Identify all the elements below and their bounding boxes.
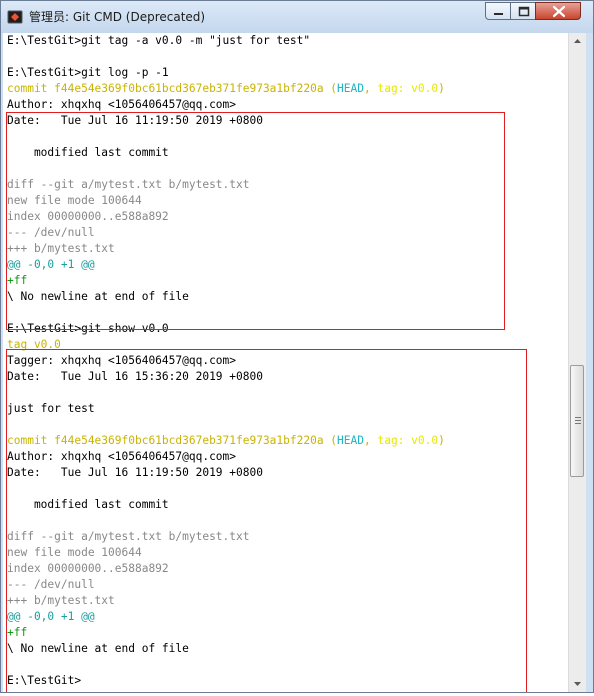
console-line: commit f44e54e369f0bc61bcd367eb371fe973a…: [7, 81, 445, 97]
console-text: index 00000000..e588a892: [7, 562, 169, 575]
console-line: modified last commit: [7, 145, 445, 161]
console-text: new file mode 100644: [7, 194, 142, 207]
console-text: ,: [364, 82, 378, 95]
console-area[interactable]: E:\TestGit>git tag -a v0.0 -m "just for …: [3, 33, 568, 692]
console-line: E:\TestGit>: [7, 673, 445, 689]
console-text: HEAD: [337, 434, 364, 447]
console-line: +ff: [7, 625, 445, 641]
console-text: E:\TestGit>: [7, 674, 82, 687]
console-window: 管理员: Git CMD (Deprecated) E:\TestGit>git…: [0, 0, 594, 693]
console-text: --- /dev/null: [7, 226, 95, 239]
maximize-icon: [518, 6, 530, 17]
console-text: tag: v0.0: [377, 82, 439, 95]
console-text: ): [438, 434, 445, 447]
console-line: +++ b/mytest.txt: [7, 241, 445, 257]
console-line: index 00000000..e588a892: [7, 209, 445, 225]
console-text: +ff: [7, 626, 28, 639]
console-text: Author: xhqxhq <1056406457@qq.com>: [7, 450, 237, 463]
console-line: --- /dev/null: [7, 225, 445, 241]
close-icon: [552, 5, 566, 18]
console-line: commit f44e54e369f0bc61bcd367eb371fe973a…: [7, 433, 445, 449]
scroll-down-arrow-icon[interactable]: [569, 675, 586, 692]
console-text: Date: Tue Jul 16 15:36:20 2019 +0800: [7, 370, 263, 383]
console-text: E:\TestGit>git tag -a v0.0 -m "just for …: [7, 34, 311, 47]
console-line: new file mode 100644: [7, 193, 445, 209]
console-text: Author: xhqxhq <1056406457@qq.com>: [7, 98, 237, 111]
console-line: \ No newline at end of file: [7, 289, 445, 305]
console-line: +ff: [7, 273, 445, 289]
console-text: diff --git a/mytest.txt b/mytest.txt: [7, 530, 250, 543]
console-text: modified last commit: [7, 146, 169, 159]
console-text: E:\TestGit>git log -p -1: [7, 66, 169, 79]
console-text: tag: v0.0: [377, 434, 439, 447]
console-line: Date: Tue Jul 16 15:36:20 2019 +0800: [7, 369, 445, 385]
console-text: tag v0.0: [7, 338, 61, 351]
console-text: +++ b/mytest.txt: [7, 242, 115, 255]
console-line: Date: Tue Jul 16 11:19:50 2019 +0800: [7, 465, 445, 481]
maximize-button[interactable]: [510, 2, 536, 20]
console-text: @@ -0,0 +1 @@: [7, 258, 95, 271]
git-cmd-icon[interactable]: [7, 9, 23, 25]
console-text: commit f44e54e369f0bc61bcd367eb371fe973a…: [7, 82, 338, 95]
console-text: modified last commit: [7, 498, 169, 511]
console-text: ,: [364, 434, 378, 447]
console-line: Author: xhqxhq <1056406457@qq.com>: [7, 97, 445, 113]
console-text: Date: Tue Jul 16 11:19:50 2019 +0800: [7, 466, 263, 479]
console-line: Date: Tue Jul 16 11:19:50 2019 +0800: [7, 113, 445, 129]
console-line: E:\TestGit>git show v0.0: [7, 321, 445, 337]
console-line: index 00000000..e588a892: [7, 561, 445, 577]
console-text: E:\TestGit>git show v0.0: [7, 322, 169, 335]
console-text: new file mode 100644: [7, 546, 142, 559]
console-text: just for test: [7, 402, 95, 415]
scroll-grip-icon: [575, 417, 581, 424]
console-line: @@ -0,0 +1 @@: [7, 609, 445, 625]
window-title: 管理员: Git CMD (Deprecated): [29, 10, 206, 24]
console-text: @@ -0,0 +1 @@: [7, 610, 95, 623]
scroll-up-arrow-icon[interactable]: [569, 33, 586, 50]
minimize-icon: [494, 13, 503, 15]
console-text: index 00000000..e588a892: [7, 210, 169, 223]
console-text: \ No newline at end of file: [7, 642, 189, 655]
console-text: \ No newline at end of file: [7, 290, 189, 303]
console-line: Tagger: xhqxhq <1056406457@qq.com>: [7, 353, 445, 369]
console-text: Tagger: xhqxhq <1056406457@qq.com>: [7, 354, 237, 367]
console-line: --- /dev/null: [7, 577, 445, 593]
console-line: diff --git a/mytest.txt b/mytest.txt: [7, 177, 445, 193]
console-line: just for test: [7, 401, 445, 417]
title-bar[interactable]: 管理员: Git CMD (Deprecated): [1, 1, 593, 33]
console-text: +ff: [7, 274, 28, 287]
console-line: +++ b/mytest.txt: [7, 593, 445, 609]
console-line: new file mode 100644: [7, 545, 445, 561]
console-line: tag v0.0: [7, 337, 445, 353]
console-text: ): [438, 82, 445, 95]
console-output[interactable]: E:\TestGit>git tag -a v0.0 -m "just for …: [7, 33, 445, 689]
console-text: --- /dev/null: [7, 578, 95, 591]
console-line: modified last commit: [7, 497, 445, 513]
console-line: E:\TestGit>git tag -a v0.0 -m "just for …: [7, 33, 445, 49]
console-line: \ No newline at end of file: [7, 641, 445, 657]
minimize-button[interactable]: [485, 2, 511, 20]
vertical-scrollbar[interactable]: [568, 33, 586, 692]
console-line: E:\TestGit>git log -p -1: [7, 65, 445, 81]
console-text: +++ b/mytest.txt: [7, 594, 115, 607]
console-line: diff --git a/mytest.txt b/mytest.txt: [7, 529, 445, 545]
console-line: Author: xhqxhq <1056406457@qq.com>: [7, 449, 445, 465]
scrollbar-thumb[interactable]: [570, 365, 584, 477]
console-text: commit f44e54e369f0bc61bcd367eb371fe973a…: [7, 434, 338, 447]
console-line: @@ -0,0 +1 @@: [7, 257, 445, 273]
console-text: Date: Tue Jul 16 11:19:50 2019 +0800: [7, 114, 263, 127]
console-text: HEAD: [337, 82, 364, 95]
close-button[interactable]: [535, 2, 581, 20]
console-text: diff --git a/mytest.txt b/mytest.txt: [7, 178, 250, 191]
